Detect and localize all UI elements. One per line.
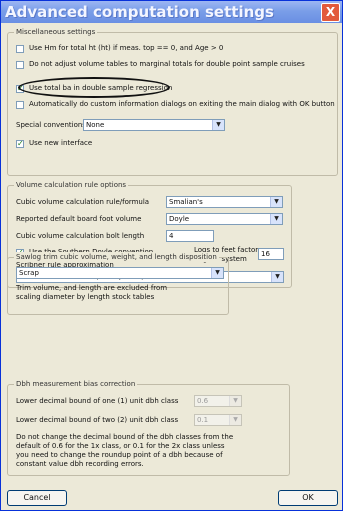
use-hm-checkbox[interactable] <box>16 45 24 53</box>
no-adjust-volume-label: Do not adjust volume tables to marginal … <box>29 60 305 68</box>
special-conventions-label: Special conventions <box>16 121 86 129</box>
dbh-note-line-1: Do not change the decimal bound of the d… <box>16 433 234 441</box>
sawlog-note-line-1: Trim volume, and length are excluded fro… <box>16 284 168 292</box>
board-foot-select[interactable]: Doyle ▼ <box>166 213 283 225</box>
window-title: Advanced computation settings <box>5 3 274 21</box>
auto-custom-dialogs-label: Automatically do custom information dial… <box>29 100 335 108</box>
sawlog-trim-value: Scrap <box>19 269 39 277</box>
highlight-ellipse <box>18 77 170 98</box>
dbh-note-line-4: constant value dbh recording errors. <box>16 460 144 468</box>
chevron-down-icon[interactable]: ▼ <box>270 197 282 207</box>
auto-custom-dialogs-checkbox[interactable] <box>16 101 24 109</box>
dbh-one-unit-select[interactable]: 0.6 ▼ <box>194 395 242 407</box>
sawlog-note-line-2: scaling diameter by length stock tables <box>16 293 155 301</box>
sawlog-trim-group: Sawlog trim cubic volume, weight, and le… <box>7 252 229 315</box>
ok-button[interactable]: OK <box>278 490 338 506</box>
chevron-down-icon[interactable]: ▼ <box>229 396 241 406</box>
sawlog-trim-legend: Sawlog trim cubic volume, weight, and le… <box>14 252 219 262</box>
chevron-down-icon[interactable]: ▼ <box>270 214 282 224</box>
board-foot-value: Doyle <box>169 215 190 223</box>
special-conventions-value: None <box>86 121 105 129</box>
special-conventions-select[interactable]: None ▼ <box>83 119 225 131</box>
dbh-two-unit-select[interactable]: 0.1 ▼ <box>194 414 242 426</box>
dbh-two-unit-value: 0.1 <box>197 416 209 424</box>
chevron-down-icon[interactable]: ▼ <box>271 272 283 282</box>
no-adjust-volume-checkbox[interactable] <box>16 61 24 69</box>
cancel-button[interactable]: Cancel <box>7 490 67 506</box>
dbh-one-unit-value: 0.6 <box>197 397 209 405</box>
chevron-down-icon[interactable]: ▼ <box>229 415 241 425</box>
new-interface-checkbox[interactable]: ✓ <box>16 140 24 148</box>
dbh-one-unit-label: Lower decimal bound of one (1) unit dbh … <box>16 397 179 405</box>
volume-options-legend: Volume calculation rule options <box>14 180 129 190</box>
check-icon: ✓ <box>17 139 24 148</box>
bolt-length-input[interactable]: 4 <box>166 230 214 242</box>
misc-settings-legend: Miscellaneous settings <box>14 27 98 37</box>
chevron-down-icon[interactable]: ▼ <box>211 268 223 278</box>
dbh-two-unit-label: Lower decimal bound of two (2) unit dbh … <box>16 416 179 424</box>
dialog-window: Advanced computation settings X Miscella… <box>0 0 343 511</box>
dbh-note-line-3: you need to change the roundup point of … <box>16 451 223 459</box>
sawlog-trim-select[interactable]: Scrap ▼ <box>16 267 224 279</box>
new-interface-label: Use new interface <box>29 139 93 147</box>
close-button[interactable]: X <box>321 3 340 22</box>
dbh-note-line-2: default of 0.6 for the 1x class, or 0.1 … <box>16 442 225 450</box>
cubic-rule-select[interactable]: Smalian's ▼ <box>166 196 283 208</box>
use-hm-label: Use Hm for total ht (ht) if meas. top ==… <box>29 44 224 52</box>
dbh-correction-group: Dbh measurement bias correction Lower de… <box>7 379 290 476</box>
board-foot-label: Reported default board foot volume <box>16 215 142 223</box>
close-icon: X <box>325 5 336 19</box>
misc-settings-group: Miscellaneous settings Use Hm for total … <box>7 27 338 176</box>
cubic-rule-value: Smalian's <box>169 198 203 206</box>
dbh-correction-legend: Dbh measurement bias correction <box>14 379 138 389</box>
title-bar[interactable]: Advanced computation settings X <box>1 1 342 23</box>
cubic-rule-label: Cubic volume calculation rule/formula <box>16 198 150 206</box>
logs-factor-input[interactable]: 16 <box>258 248 284 260</box>
bolt-length-label: Cubic volume calculation bolt length <box>16 232 145 240</box>
chevron-down-icon[interactable]: ▼ <box>212 120 224 130</box>
